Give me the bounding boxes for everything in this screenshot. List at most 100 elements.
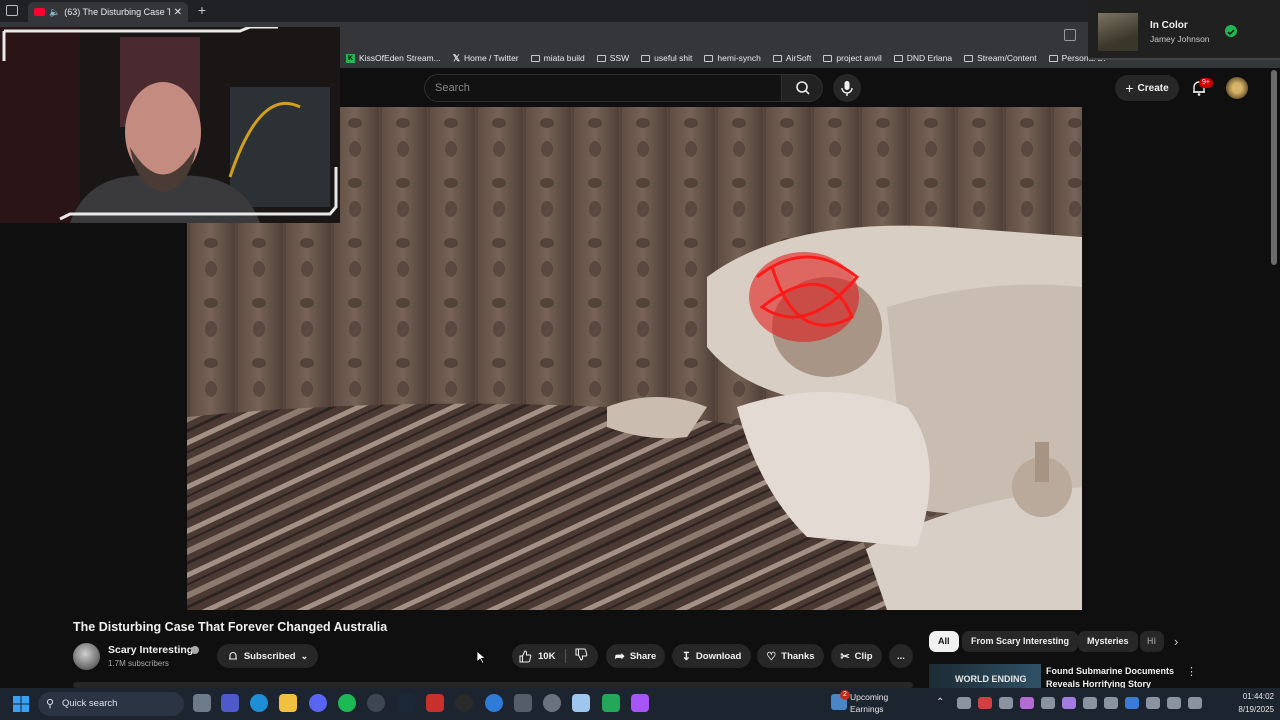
- chip-all[interactable]: All: [929, 631, 959, 652]
- dislike-button[interactable]: [575, 648, 588, 664]
- clock-date[interactable]: 8/19/2025: [1222, 705, 1274, 714]
- like-divider: [565, 649, 566, 663]
- microphone-icon[interactable]: [1146, 697, 1160, 709]
- tray-icon[interactable]: [1104, 697, 1118, 709]
- spotify-icon[interactable]: [338, 694, 356, 712]
- bookmark-folder-anvil[interactable]: project anvil: [823, 53, 882, 63]
- thumbs-down-icon: [575, 648, 588, 661]
- new-tab-button[interactable]: +: [194, 2, 210, 18]
- speaker-icon[interactable]: 🔈: [49, 7, 60, 18]
- taskbar-search[interactable]: ⚲ Quick search: [38, 692, 184, 716]
- search-icon: ⚲: [46, 698, 55, 710]
- notepad-icon[interactable]: [572, 694, 590, 712]
- network-icon[interactable]: [1167, 697, 1181, 709]
- notifications-badge: 9+: [1199, 78, 1213, 88]
- song-title: In Color: [1150, 20, 1188, 31]
- app-icon[interactable]: [455, 694, 473, 712]
- tray-icon[interactable]: [999, 697, 1013, 709]
- folder-icon: [893, 54, 903, 62]
- more-vert-icon[interactable]: ⋮: [1186, 665, 1197, 678]
- stats-app-icon[interactable]: [602, 694, 620, 712]
- channel-name[interactable]: Scary Interesting: [108, 644, 193, 656]
- chevron-up-icon[interactable]: ⌃: [936, 697, 950, 709]
- bookmark-folder-dnd[interactable]: DND Erlana: [893, 53, 952, 63]
- bookmark-folder-miata[interactable]: miata build: [530, 53, 585, 63]
- thumbs-up-icon: [519, 649, 532, 662]
- chip-from-channel[interactable]: From Scary Interesting: [962, 631, 1079, 652]
- bookmark-folder-hemisynch[interactable]: hemi-synch: [704, 53, 761, 63]
- app-icon[interactable]: [631, 694, 649, 712]
- download-label: Download: [695, 650, 742, 662]
- folder-icon: [772, 54, 782, 62]
- edge-browser-icon[interactable]: [250, 694, 268, 712]
- bookmark-folder-useful[interactable]: useful shit: [641, 53, 692, 63]
- subscribed-button[interactable]: Subscribed ⌄: [217, 644, 318, 668]
- tab-actions-icon[interactable]: [6, 5, 18, 16]
- bookmark-folder-airsoft[interactable]: AirSoft: [772, 53, 811, 63]
- close-tab-icon[interactable]: ✕: [174, 7, 182, 18]
- folder-icon: [596, 54, 606, 62]
- discord-icon[interactable]: [309, 694, 327, 712]
- voice-search-button[interactable]: [833, 74, 861, 102]
- app-icon[interactable]: [514, 694, 532, 712]
- search-button[interactable]: [781, 74, 823, 102]
- bookmark-folder-ssw[interactable]: SSW: [596, 53, 629, 63]
- bookmark-folder-stream[interactable]: Stream/Content: [964, 53, 1037, 63]
- bookmark-twitter[interactable]: 𝕏 Home / Twitter: [453, 53, 519, 64]
- scrollbar-thumb[interactable]: [1271, 70, 1277, 265]
- kiss-of-eden-icon: K: [346, 53, 355, 63]
- widgets-icon[interactable]: 2: [831, 690, 850, 710]
- tray-icon[interactable]: [1083, 697, 1097, 709]
- create-button[interactable]: + Create: [1115, 75, 1179, 101]
- download-button[interactable]: ↧ Download: [672, 644, 751, 668]
- check-icon: [1225, 25, 1237, 37]
- file-explorer-icon[interactable]: [279, 694, 297, 712]
- app-icon[interactable]: [543, 694, 561, 712]
- widget-badge: 2: [840, 690, 850, 700]
- teams-icon[interactable]: [221, 694, 239, 712]
- tray-icon[interactable]: [1062, 697, 1076, 709]
- browser-tab-youtube[interactable]: 🔈 (63) The Disturbing Case Th... ✕: [28, 2, 188, 22]
- recommended-thumbnail[interactable]: WORLD ENDING: [929, 664, 1041, 688]
- task-view-icon[interactable]: [193, 694, 211, 712]
- recommended-title[interactable]: Found Submarine Documents Reveals Horrif…: [1046, 665, 1178, 689]
- channel-avatar[interactable]: [73, 643, 100, 670]
- tray-icon[interactable]: [1020, 697, 1034, 709]
- system-tray: ⌃: [936, 697, 1202, 709]
- extensions-icon[interactable]: [1064, 29, 1076, 41]
- bookmark-kissofeden[interactable]: K KissOfEden Stream...: [346, 53, 441, 63]
- app-icon[interactable]: [485, 694, 503, 712]
- windows-start-icon[interactable]: [13, 696, 29, 712]
- clock-time[interactable]: 01:44:02: [1222, 692, 1274, 701]
- bluetooth-icon[interactable]: [1125, 697, 1139, 709]
- share-label: Share: [629, 650, 657, 662]
- obs-icon[interactable]: [367, 694, 385, 712]
- chip-mysteries[interactable]: Mysteries: [1078, 631, 1138, 652]
- tray-icon[interactable]: [957, 697, 971, 709]
- volume-icon[interactable]: [1188, 697, 1202, 709]
- tab-title: (63) The Disturbing Case Th...: [64, 7, 169, 17]
- folder-icon: [1048, 54, 1058, 62]
- steam-icon[interactable]: [397, 694, 415, 712]
- search-input[interactable]: Search: [424, 74, 782, 102]
- album-art: [1098, 13, 1138, 51]
- folder-icon: [530, 54, 540, 62]
- account-avatar[interactable]: [1226, 77, 1248, 99]
- more-actions-button[interactable]: ...: [889, 644, 913, 668]
- widget-line-2: Earnings: [850, 704, 884, 714]
- chip-history[interactable]: Hi: [1140, 631, 1164, 652]
- share-button[interactable]: ➦ Share: [606, 644, 665, 668]
- chevron-right-icon[interactable]: ›: [1174, 634, 1178, 649]
- like-count: 10K: [538, 650, 556, 662]
- thanks-icon: ♡: [766, 650, 777, 663]
- create-label: Create: [1137, 82, 1169, 94]
- tray-icon[interactable]: [978, 697, 992, 709]
- youtube-icon: [34, 8, 45, 16]
- chevron-down-icon: ⌄: [300, 650, 309, 661]
- thanks-button[interactable]: ♡ Thanks: [757, 644, 824, 668]
- tray-icon[interactable]: [1041, 697, 1055, 709]
- game-launcher-icon[interactable]: [426, 694, 444, 712]
- folder-icon: [641, 54, 651, 62]
- like-button[interactable]: 10K: [519, 649, 556, 663]
- clip-button[interactable]: ✂ Clip: [831, 644, 882, 668]
